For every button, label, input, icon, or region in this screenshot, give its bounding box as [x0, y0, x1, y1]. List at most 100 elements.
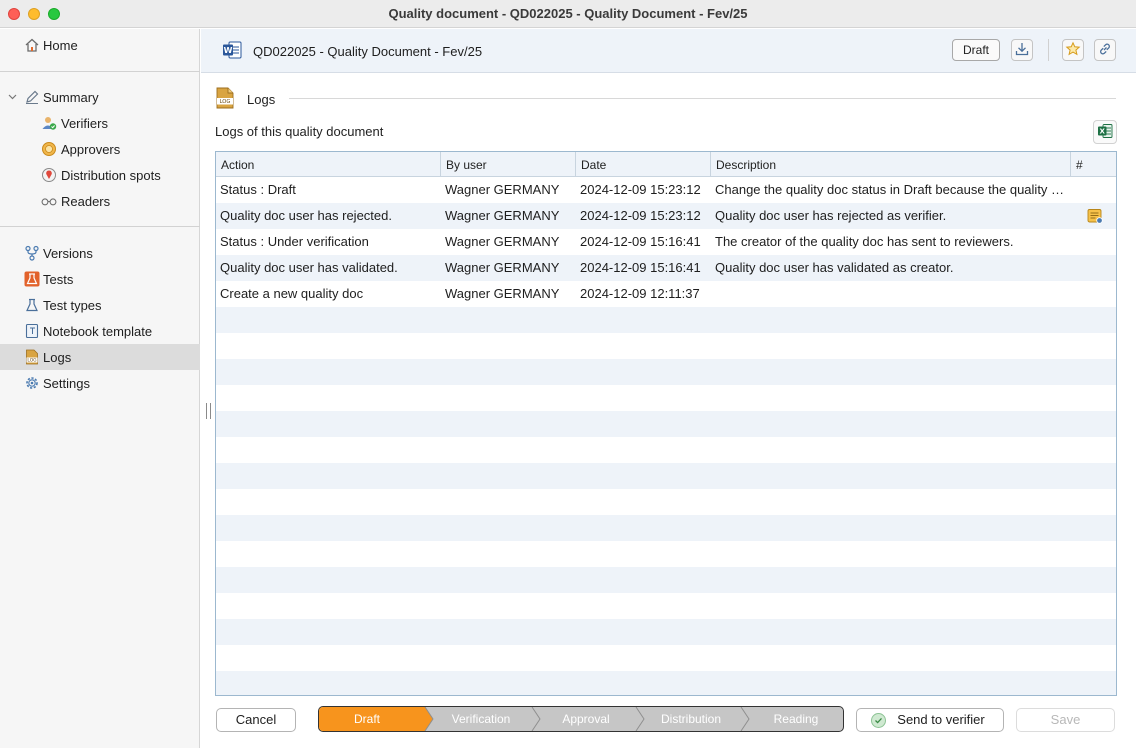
column-header-action[interactable]: Action — [216, 152, 441, 177]
table-row-empty — [216, 463, 1116, 489]
home-icon — [24, 37, 40, 53]
favorite-button[interactable] — [1062, 39, 1084, 61]
log-file-icon: LOG — [24, 349, 40, 365]
table-row-empty — [216, 619, 1116, 645]
table-row[interactable]: Quality doc user has rejected. Wagner GER… — [216, 203, 1116, 229]
status-badge[interactable]: Draft — [952, 39, 1000, 61]
column-header-date[interactable]: Date — [576, 152, 711, 177]
chevron-down-icon[interactable] — [8, 92, 17, 103]
export-excel-button[interactable]: X — [1093, 120, 1117, 144]
section-subtitle: Logs of this quality document — [215, 124, 384, 139]
flask-icon — [24, 271, 40, 287]
window-title: Quality document - QD022025 - Quality Do… — [388, 6, 748, 21]
glasses-icon — [41, 193, 57, 209]
table-row-empty — [216, 307, 1116, 333]
sidebar-item-test-types[interactable]: Test types — [0, 292, 200, 318]
table-row-empty — [216, 567, 1116, 593]
sidebar-item-notebook-template[interactable]: Notebook template — [0, 318, 200, 344]
note-icon[interactable] — [1087, 208, 1103, 224]
cell-action: Quality doc user has validated. — [220, 260, 398, 275]
sidebar-label-versions: Versions — [43, 245, 93, 261]
table-row-empty — [216, 541, 1116, 567]
pencil-icon — [24, 89, 40, 105]
sidebar-label-logs: Logs — [43, 349, 72, 365]
cell-date: 2024-12-09 12:11:37 — [580, 286, 700, 301]
cancel-button[interactable]: Cancel — [216, 708, 296, 732]
copy-link-button[interactable] — [1094, 39, 1116, 61]
sidebar: Home Summary Verifiers Approvers Distrib… — [0, 29, 200, 748]
sidebar-item-approvers[interactable]: Approvers — [0, 136, 200, 162]
table-row[interactable]: Quality doc user has validated. Wagner GE… — [216, 255, 1116, 281]
svg-text:W: W — [224, 46, 233, 55]
send-to-verifier-button[interactable]: Send to verifier — [856, 708, 1004, 732]
table-header: Action By user Date Description # — [216, 152, 1116, 177]
table-row-empty — [216, 645, 1116, 671]
svg-text:LOG: LOG — [220, 99, 231, 105]
cell-user: Wagner GERMANY — [445, 260, 560, 275]
sidebar-item-distribution-spots[interactable]: Distribution spots — [0, 162, 200, 188]
sidebar-label-tests: Tests — [43, 271, 74, 287]
save-button[interactable]: Save — [1016, 708, 1115, 732]
cell-description — [711, 281, 1071, 307]
sidebar-item-readers[interactable]: Readers — [0, 188, 200, 214]
table-row-empty — [216, 671, 1116, 695]
column-header-number[interactable]: # — [1071, 152, 1116, 177]
send-to-verifier-label: Send to verifier — [897, 712, 985, 727]
sidebar-label-verifiers: Verifiers — [61, 115, 108, 131]
sidebar-label-approvers: Approvers — [61, 141, 121, 157]
table-row-empty — [216, 359, 1116, 385]
table-row-empty — [216, 385, 1116, 411]
cell-user: Wagner GERMANY — [445, 208, 560, 223]
sidebar-item-logs[interactable]: LOG Logs — [0, 344, 200, 370]
stage-approval: Approval — [562, 712, 610, 726]
cell-description: Quality doc user has rejected as verifie… — [715, 208, 947, 223]
stage-distribution: Distribution — [660, 712, 722, 726]
cell-action: Create a new quality doc — [220, 286, 364, 301]
document-header: W QD022025 - Quality Document - Fev/25 D… — [201, 29, 1136, 73]
column-header-by-user[interactable]: By user — [441, 152, 576, 177]
sidebar-item-summary[interactable]: Summary — [0, 84, 200, 110]
title-bar: Quality document - QD022025 - Quality Do… — [0, 0, 1136, 28]
section-title: Logs — [247, 92, 276, 107]
sidebar-item-verifiers[interactable]: Verifiers — [0, 110, 200, 136]
sidebar-divider — [0, 226, 200, 227]
flask-outline-icon — [24, 297, 40, 313]
link-icon — [1097, 41, 1113, 60]
table-row-empty — [216, 437, 1116, 463]
sidebar-item-home[interactable]: Home — [0, 32, 200, 58]
table-row[interactable]: Status : Under verification Wagner GERMAN… — [216, 229, 1116, 255]
download-button[interactable] — [1011, 39, 1033, 61]
sidebar-item-settings[interactable]: Settings — [0, 370, 200, 396]
cell-action: Status : Under verification — [220, 234, 369, 249]
table-row[interactable]: Status : Draft Wagner GERMANY 2024-12-09 1… — [216, 177, 1116, 203]
sidebar-item-versions[interactable]: Versions — [0, 240, 200, 266]
table-row[interactable]: Create a new quality doc Wagner GERMANY 20… — [216, 281, 1116, 307]
document-title: QD022025 - Quality Document - Fev/25 — [253, 44, 483, 59]
stage-verification: Verification — [451, 712, 511, 726]
approval-seal-icon — [41, 141, 57, 157]
cell-user: Wagner GERMANY — [445, 234, 560, 249]
gear-icon — [24, 375, 40, 391]
cell-description: Change the quality doc status in Draft b… — [715, 182, 1071, 197]
svg-text:X: X — [1099, 127, 1105, 135]
column-header-description[interactable]: Description — [711, 152, 1071, 177]
sidebar-label-notebook-template: Notebook template — [43, 323, 153, 339]
cell-description: The creator of the quality doc has sent … — [715, 234, 1014, 249]
workflow-pipeline: Draft Verification Approval Distribution… — [318, 706, 844, 732]
sidebar-label-readers: Readers — [61, 193, 111, 209]
stage-reading: Reading — [773, 712, 819, 726]
section-divider — [289, 98, 1116, 99]
table-row-empty — [216, 515, 1116, 541]
cell-action: Status : Draft — [220, 182, 296, 197]
cell-date: 2024-12-09 15:23:12 — [580, 208, 701, 223]
cell-action: Quality doc user has rejected. — [220, 208, 392, 223]
sidebar-resize-handle[interactable] — [206, 403, 211, 419]
table-row-empty — [216, 489, 1116, 515]
sidebar-item-tests[interactable]: Tests — [0, 266, 200, 292]
table-row-empty — [216, 333, 1116, 359]
location-pin-icon — [41, 167, 57, 183]
sidebar-label-distribution-spots: Distribution spots — [61, 167, 161, 183]
versions-branch-icon — [24, 245, 40, 261]
table-row-empty — [216, 593, 1116, 619]
header-divider — [1048, 39, 1049, 61]
